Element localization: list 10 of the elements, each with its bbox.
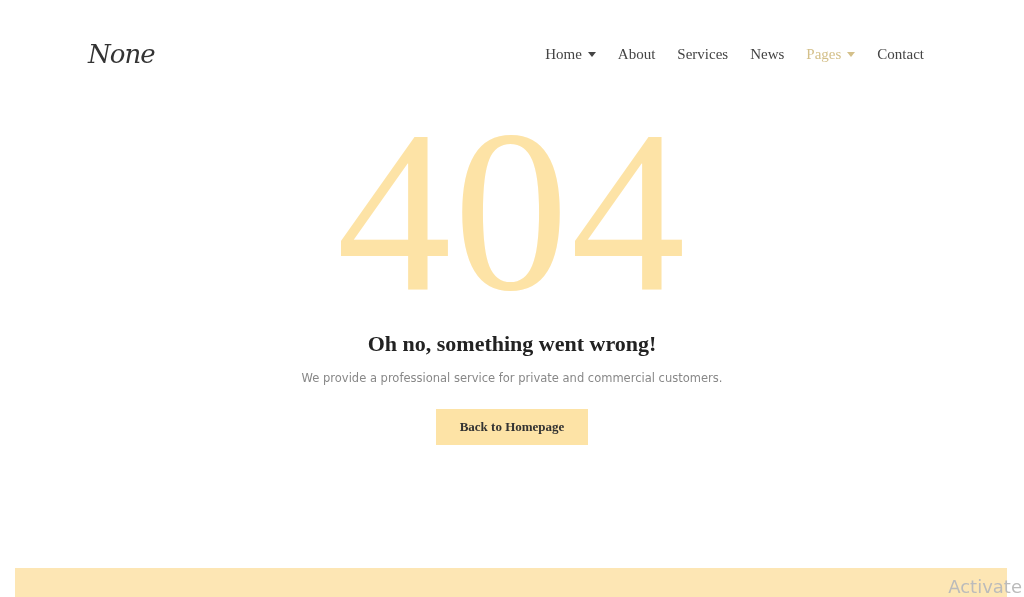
nav-link[interactable]: Services xyxy=(677,45,729,63)
back-to-homepage-button[interactable]: Back to Homepage xyxy=(436,409,588,445)
nav-link[interactable]: Contact xyxy=(877,45,924,63)
nav-link[interactable]: News xyxy=(750,45,785,63)
error-message: We provide a professional service for private and commercial customers. xyxy=(301,371,723,385)
nav-link[interactable]: Home xyxy=(545,45,596,63)
error-heading: Oh no, something went wrong! xyxy=(367,331,657,357)
nav-link[interactable]: About xyxy=(617,45,656,63)
site-logo[interactable]: None xyxy=(88,39,155,69)
error-code: 404 xyxy=(336,112,688,317)
